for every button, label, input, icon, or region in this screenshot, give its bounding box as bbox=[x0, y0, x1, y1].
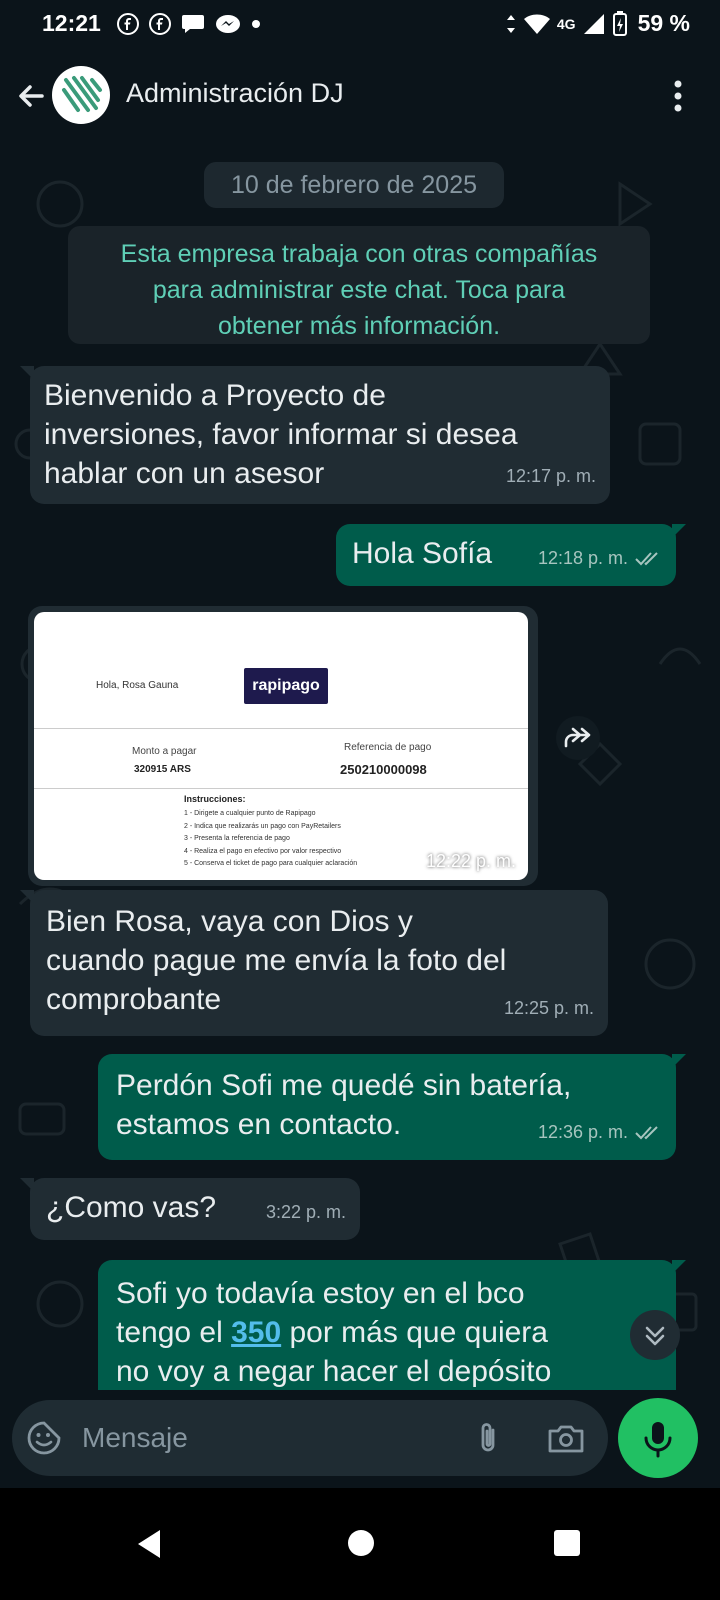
forward-button[interactable] bbox=[556, 716, 600, 760]
message-meta: 12:36 p. m. bbox=[538, 1113, 662, 1152]
chat-area[interactable]: 10 de febrero de 2025 Esta empresa traba… bbox=[0, 144, 720, 1390]
forward-icon bbox=[564, 727, 591, 748]
double-check-icon bbox=[635, 1125, 658, 1139]
voice-message-button[interactable] bbox=[618, 1398, 698, 1478]
signal-icon bbox=[583, 13, 604, 34]
data-arrows-icon bbox=[506, 14, 515, 33]
message-link[interactable]: 350 bbox=[231, 1316, 281, 1349]
message-time: 12:36 p. m. bbox=[537, 1122, 628, 1142]
date-separator: 10 de febrero de 2025 bbox=[204, 162, 504, 208]
wifi-icon bbox=[523, 14, 550, 34]
instruction-item: 5 - Conserva el ticket de pago para cual… bbox=[184, 860, 358, 867]
rapipago-logo: rapipago bbox=[244, 668, 328, 704]
instruction-item: 4 - Realiza el pago en efectivo por valo… bbox=[184, 847, 342, 855]
notification-icons bbox=[116, 12, 262, 36]
divider bbox=[34, 728, 528, 729]
system-navigation-bar bbox=[0, 1488, 720, 1600]
amount-value: 320915 ARS bbox=[134, 764, 191, 775]
amount-label: Monto a pagar bbox=[132, 746, 197, 757]
message-image[interactable]: Hola, Rosa Gauna rapipago Monto a pagar … bbox=[28, 606, 538, 886]
message-input[interactable] bbox=[82, 1418, 442, 1458]
message-text: Sofi yo todavía estoy en el bco tengo el… bbox=[116, 1274, 660, 1390]
system-indicators: 4G 59 % bbox=[505, 10, 690, 37]
message-meta: 3:22 p. m. bbox=[266, 1193, 346, 1232]
business-logo-icon bbox=[62, 76, 102, 112]
message-meta: 12:25 p. m. bbox=[504, 989, 594, 1028]
divider bbox=[34, 788, 528, 789]
chat-icon bbox=[182, 15, 204, 33]
double-check-icon bbox=[635, 551, 658, 565]
message-time: 3:22 p. m. bbox=[265, 1202, 346, 1222]
business-info-text: Esta empresa trabaja con otras compañías… bbox=[120, 240, 598, 340]
status-bar: 12:21 4G 59 % bbox=[0, 0, 720, 52]
sticker-emoji-icon[interactable] bbox=[26, 1420, 62, 1456]
message-incoming[interactable]: ¿Como vas? 3:22 p. m. bbox=[20, 1178, 360, 1240]
instructions-list: 1 - Dirigete a cualquier punto de Rapipa… bbox=[184, 808, 357, 871]
status-time: 12:21 bbox=[42, 10, 101, 36]
nav-home-icon[interactable] bbox=[348, 1530, 374, 1556]
message-outgoing[interactable]: Sofi yo todavía estoy en el bco tengo el… bbox=[98, 1260, 686, 1390]
message-input-box[interactable] bbox=[12, 1400, 608, 1476]
microphone-icon bbox=[644, 1422, 672, 1458]
message-time: 12:22 p. m. bbox=[425, 851, 516, 871]
camera-icon[interactable] bbox=[546, 1420, 586, 1456]
scroll-to-bottom-button[interactable] bbox=[630, 1310, 680, 1360]
instruction-item: 2 - Indica que realizarás un pago con Pa… bbox=[184, 822, 341, 830]
more-options-icon[interactable] bbox=[672, 78, 684, 114]
double-chevron-down-icon bbox=[645, 1326, 665, 1346]
back-arrow-icon[interactable] bbox=[12, 76, 52, 116]
message-time: 12:25 p. m. bbox=[503, 998, 594, 1018]
battery-percent: 59 % bbox=[637, 10, 690, 36]
messenger-icon bbox=[216, 15, 240, 33]
voucher-greeting: Hola, Rosa Gauna bbox=[96, 680, 179, 691]
avatar[interactable] bbox=[52, 66, 110, 124]
message-incoming[interactable]: Bienvenido a Proyecto de inversiones, fa… bbox=[20, 366, 610, 504]
nav-back-icon[interactable] bbox=[134, 1528, 164, 1560]
battery-icon bbox=[612, 10, 627, 36]
message-meta: 12:17 p. m. bbox=[506, 457, 596, 496]
reference-value: 250210000098 bbox=[340, 762, 427, 777]
chat-header: Administración DJ bbox=[0, 52, 720, 144]
chat-title[interactable]: Administración DJ bbox=[126, 78, 344, 109]
message-outgoing[interactable]: Hola Sofía 12:18 p. m. bbox=[336, 524, 686, 586]
message-outgoing[interactable]: Perdón Sofi me quedé sin batería, estamo… bbox=[98, 1054, 686, 1160]
instructions-title: Instrucciones: bbox=[184, 794, 246, 804]
message-time: 12:17 p. m. bbox=[505, 466, 596, 486]
nav-recents-icon[interactable] bbox=[554, 1530, 580, 1556]
message-incoming[interactable]: Bien Rosa, vaya con Dios y cuando pague … bbox=[20, 890, 608, 1036]
dot-icon bbox=[252, 20, 260, 28]
reference-label: Referencia de pago bbox=[344, 742, 432, 753]
facebook-icon bbox=[149, 13, 171, 35]
facebook-icon bbox=[117, 13, 139, 35]
instruction-item: 3 - Presenta la referencia de pago bbox=[184, 835, 290, 842]
message-meta: 12:18 p. m. bbox=[538, 539, 662, 578]
message-composer bbox=[0, 1390, 720, 1488]
paperclip-icon[interactable] bbox=[470, 1420, 506, 1456]
network-type: 4G bbox=[556, 15, 576, 32]
message-time: 12:18 p. m. bbox=[537, 548, 628, 568]
business-info-notice[interactable]: Esta empresa trabaja con otras compañías… bbox=[68, 226, 650, 344]
payment-voucher-image[interactable]: Hola, Rosa Gauna rapipago Monto a pagar … bbox=[34, 612, 528, 880]
instruction-item: 1 - Dirigete a cualquier punto de Rapipa… bbox=[184, 810, 316, 817]
